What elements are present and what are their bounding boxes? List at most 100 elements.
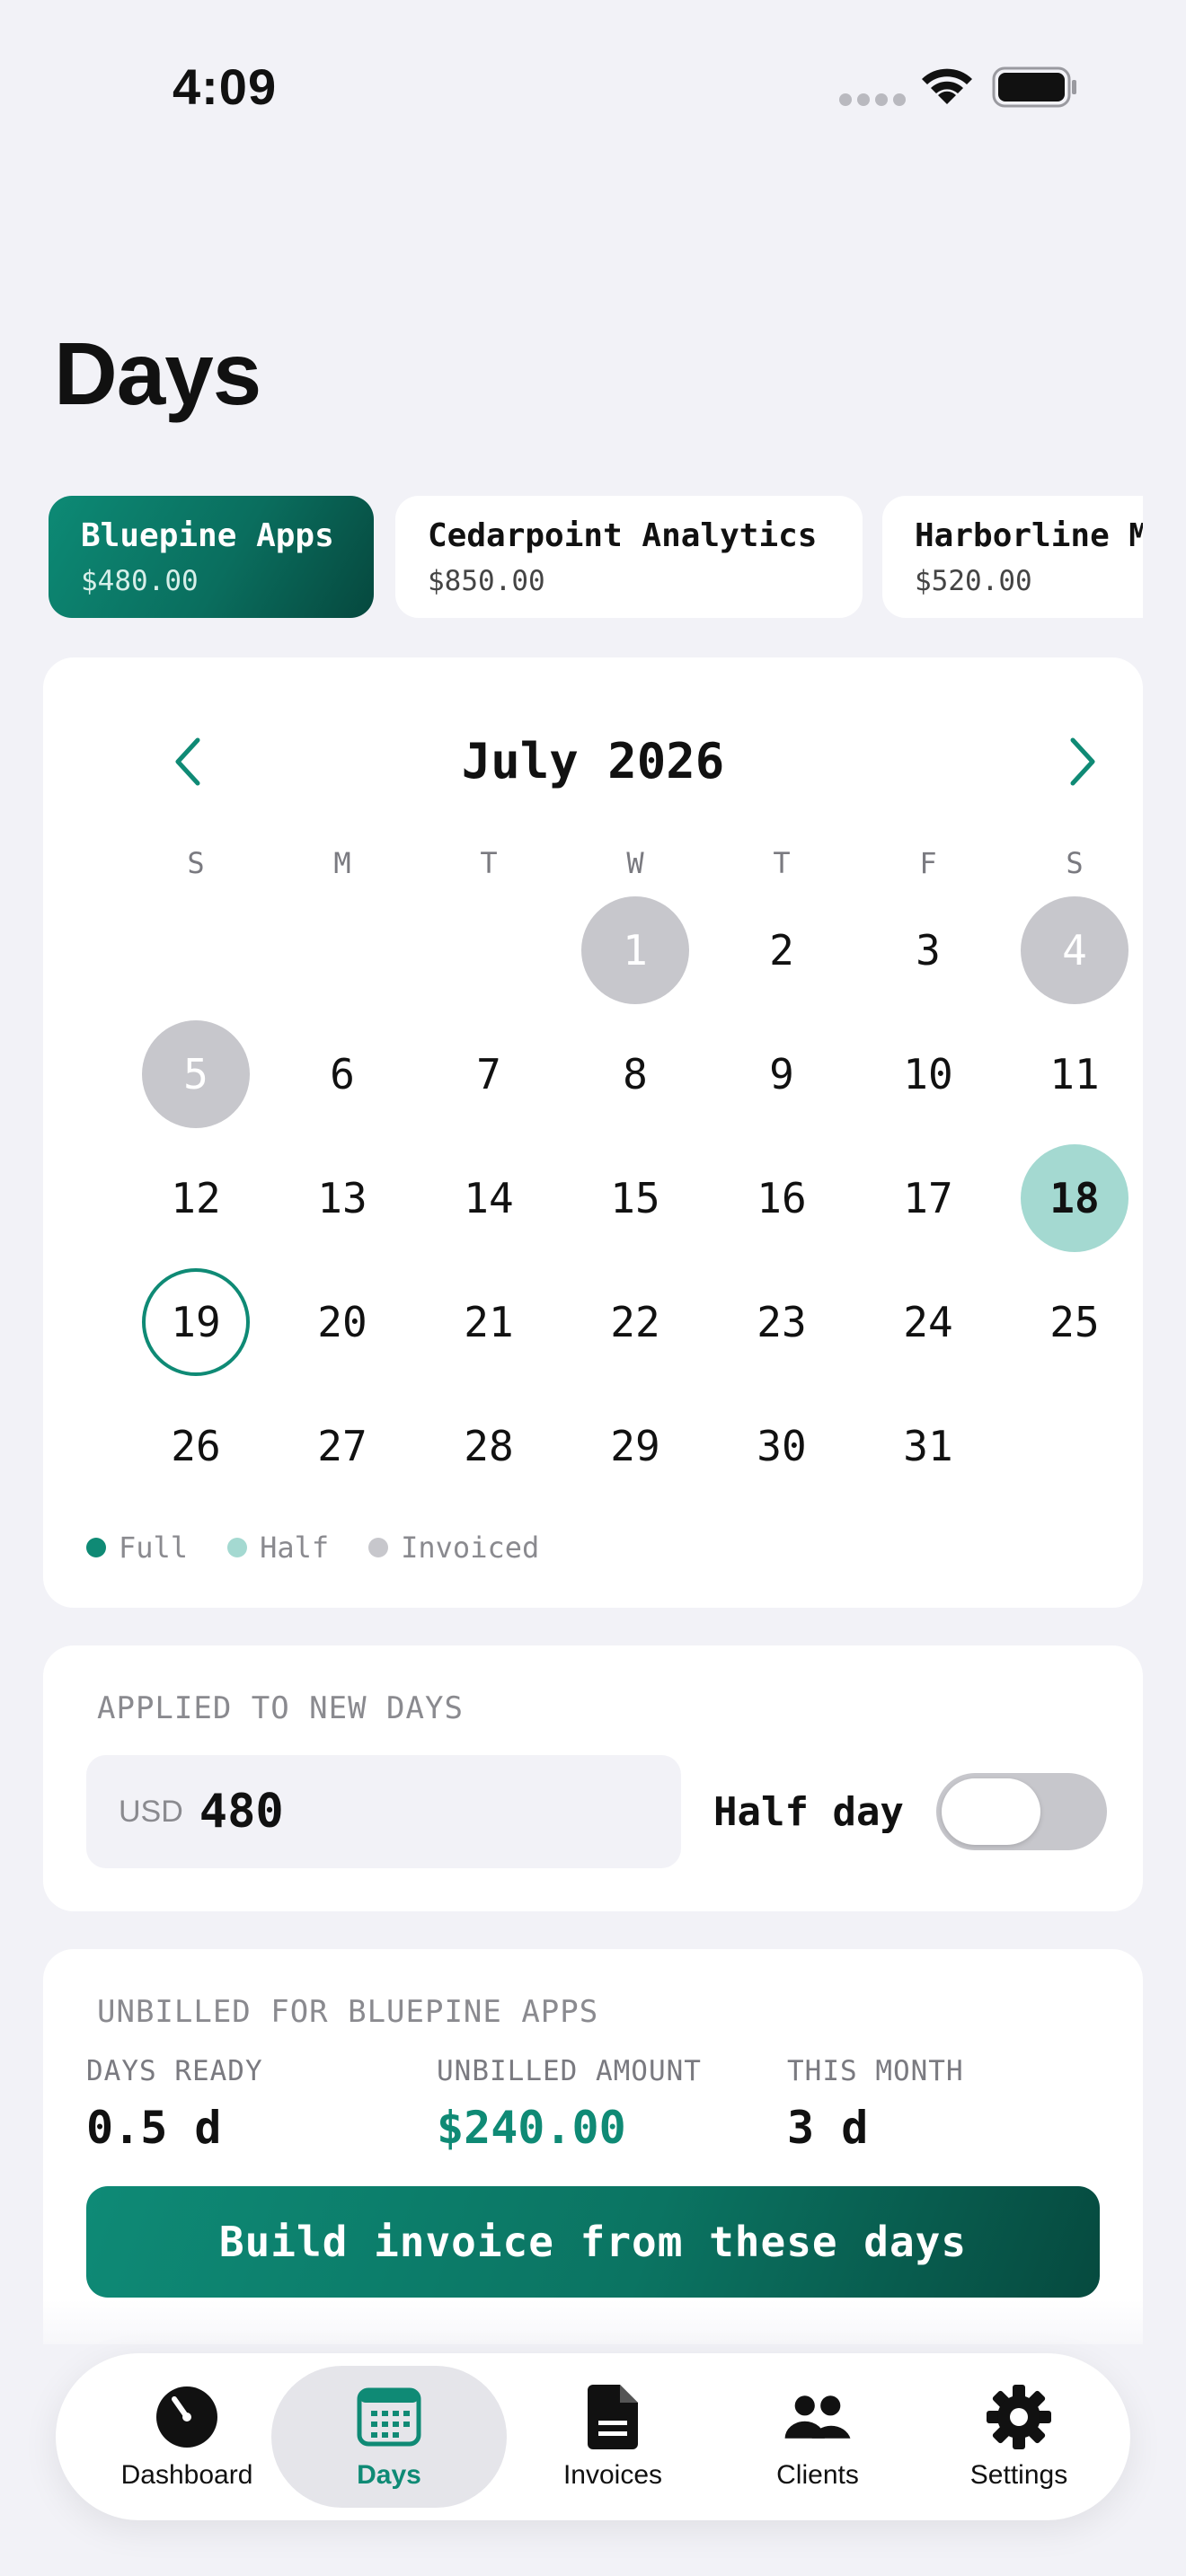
weekday-label: T	[480, 846, 498, 880]
legend-half: Half	[227, 1531, 329, 1565]
calendar-day-1[interactable]: 1	[581, 896, 689, 1004]
tab-label: Invoices	[562, 2460, 663, 2490]
stat-unbilled-amount: UNBILLED AMOUNT $240.00	[437, 2055, 702, 2154]
page-title: Days	[54, 324, 261, 423]
calendar-day-18[interactable]: 18	[1021, 1144, 1128, 1252]
calendar-day-14[interactable]: 14	[435, 1144, 543, 1252]
stat-label: DAYS READY	[86, 2055, 263, 2087]
section-label: UNBILLED FOR BLUEPINE APPS	[97, 1994, 599, 2030]
client-chip-harborline[interactable]: Harborline Mobile $520.00	[882, 496, 1143, 618]
client-chip-name: Cedarpoint Analytics	[428, 517, 818, 554]
calendar-day-30[interactable]: 30	[728, 1392, 836, 1500]
rate-value: 480	[199, 1785, 284, 1839]
client-selector: Bluepine Apps $480.00 Cedarpoint Analyti…	[49, 496, 1143, 620]
client-chip-name: Harborline Mobile	[915, 517, 1143, 554]
half-day-toggle[interactable]	[936, 1773, 1107, 1850]
calendar-day-21[interactable]: 21	[435, 1268, 543, 1376]
calendar-day-11[interactable]: 11	[1021, 1020, 1128, 1128]
section-label: APPLIED TO NEW DAYS	[97, 1690, 464, 1726]
legend-dot	[368, 1538, 389, 1557]
weekday-label: T	[773, 846, 791, 880]
gauge-icon	[153, 2383, 221, 2451]
calendar-day-15[interactable]: 15	[581, 1144, 689, 1252]
people-icon	[783, 2383, 852, 2451]
tab-settings[interactable]: Settings	[929, 2366, 1109, 2508]
calendar-day-22[interactable]: 22	[581, 1268, 689, 1376]
stat-label: THIS MONTH	[787, 2055, 964, 2087]
calendar-day-6[interactable]: 6	[288, 1020, 396, 1128]
weekday-label: S	[1066, 846, 1084, 880]
tab-label: Clients	[776, 2460, 859, 2490]
client-chip-amount: $850.00	[428, 565, 545, 597]
tab-label: Settings	[969, 2460, 1068, 2490]
weekday-label: M	[333, 846, 351, 880]
calendar-day-24[interactable]: 24	[874, 1268, 982, 1376]
calendar-day-29[interactable]: 29	[581, 1392, 689, 1500]
wifi-icon	[922, 68, 972, 104]
tab-clients[interactable]: Clients	[728, 2366, 907, 2508]
calendar-day-4[interactable]: 4	[1021, 896, 1128, 1004]
status-bar: 4:09	[0, 0, 1186, 171]
calendar-day-2[interactable]: 2	[728, 896, 836, 1004]
unbilled-summary-card: UNBILLED FOR BLUEPINE APPS DAYS READY 0.…	[43, 1949, 1143, 2344]
toggle-knob	[942, 1778, 1040, 1845]
status-time: 4:09	[173, 58, 278, 115]
chevron-right-icon[interactable]	[1064, 735, 1103, 789]
stat-value: 0.5 d	[86, 2102, 222, 2154]
calendar-card: July 2026 SMTWTFS 1 2 3 4 5 6 7 8 9 10 11 12 13 14 15 1…	[43, 657, 1143, 1608]
client-chip-cedarpoint-analytics[interactable]: Cedarpoint Analytics $850.00	[395, 496, 863, 618]
client-chip-name: Bluepine Apps	[81, 517, 334, 554]
calendar-day-26[interactable]: 26	[142, 1392, 250, 1500]
tab-invoices[interactable]: Invoices	[523, 2366, 703, 2508]
stat-days-ready: DAYS READY 0.5 d	[86, 2055, 263, 2154]
stat-label: UNBILLED AMOUNT	[437, 2055, 702, 2087]
calendar-day-23[interactable]: 23	[728, 1268, 836, 1376]
calendar-day-28[interactable]: 28	[435, 1392, 543, 1500]
currency-label: USD	[119, 1794, 183, 1829]
client-chip-amount: $520.00	[915, 565, 1032, 597]
tab-bar: Dashboard Days Invoices Clients Settings	[56, 2353, 1130, 2520]
weekday-label: S	[187, 846, 205, 880]
calendar-day-5[interactable]: 5	[142, 1020, 250, 1128]
calendar-day-9[interactable]: 9	[728, 1020, 836, 1128]
tab-days[interactable]: Days	[271, 2366, 507, 2508]
calendar-day-19[interactable]: 19	[142, 1268, 250, 1376]
legend-full: Full	[86, 1531, 188, 1565]
gear-icon	[985, 2383, 1053, 2451]
client-chip-bluepine-apps[interactable]: Bluepine Apps $480.00	[49, 496, 374, 618]
calendar-day-3[interactable]: 3	[874, 896, 982, 1004]
calendar-day-8[interactable]: 8	[581, 1020, 689, 1128]
tab-label: Days	[357, 2460, 421, 2490]
document-icon	[579, 2383, 647, 2451]
legend-dot	[227, 1538, 248, 1557]
calendar-day-20[interactable]: 20	[288, 1268, 396, 1376]
client-chip-amount: $480.00	[81, 565, 199, 597]
build-invoice-button[interactable]: Build invoice from these days	[86, 2186, 1100, 2298]
half-day-label: Half day	[713, 1789, 904, 1835]
rate-settings-card: APPLIED TO NEW DAYS USD 480 Half day	[43, 1645, 1143, 1911]
calendar-day-25[interactable]: 25	[1021, 1268, 1128, 1376]
calendar-day-10[interactable]: 10	[874, 1020, 982, 1128]
battery-icon	[992, 66, 1076, 108]
weekday-label: W	[626, 846, 644, 880]
tab-label: Dashboard	[120, 2460, 253, 2490]
stat-value: $240.00	[437, 2102, 626, 2154]
calendar-icon	[355, 2383, 423, 2451]
calendar-month-title: July 2026	[461, 733, 725, 790]
legend-invoiced: Invoiced	[368, 1531, 539, 1565]
legend-dot	[86, 1538, 106, 1557]
stat-this-month: THIS MONTH 3 d	[787, 2055, 964, 2154]
calendar-day-31[interactable]: 31	[874, 1392, 982, 1500]
cellular-signal-icon	[839, 93, 906, 106]
day-rate-input[interactable]: USD 480	[86, 1755, 681, 1868]
stat-value: 3 d	[787, 2102, 869, 2154]
calendar-day-12[interactable]: 12	[142, 1144, 250, 1252]
calendar-legend: Full Half Invoiced	[86, 1531, 579, 1565]
calendar-day-17[interactable]: 17	[874, 1144, 982, 1252]
calendar-day-13[interactable]: 13	[288, 1144, 396, 1252]
calendar-day-27[interactable]: 27	[288, 1392, 396, 1500]
weekday-label: F	[919, 846, 937, 880]
tab-dashboard[interactable]: Dashboard	[97, 2366, 277, 2508]
calendar-day-16[interactable]: 16	[728, 1144, 836, 1252]
calendar-day-7[interactable]: 7	[435, 1020, 543, 1128]
